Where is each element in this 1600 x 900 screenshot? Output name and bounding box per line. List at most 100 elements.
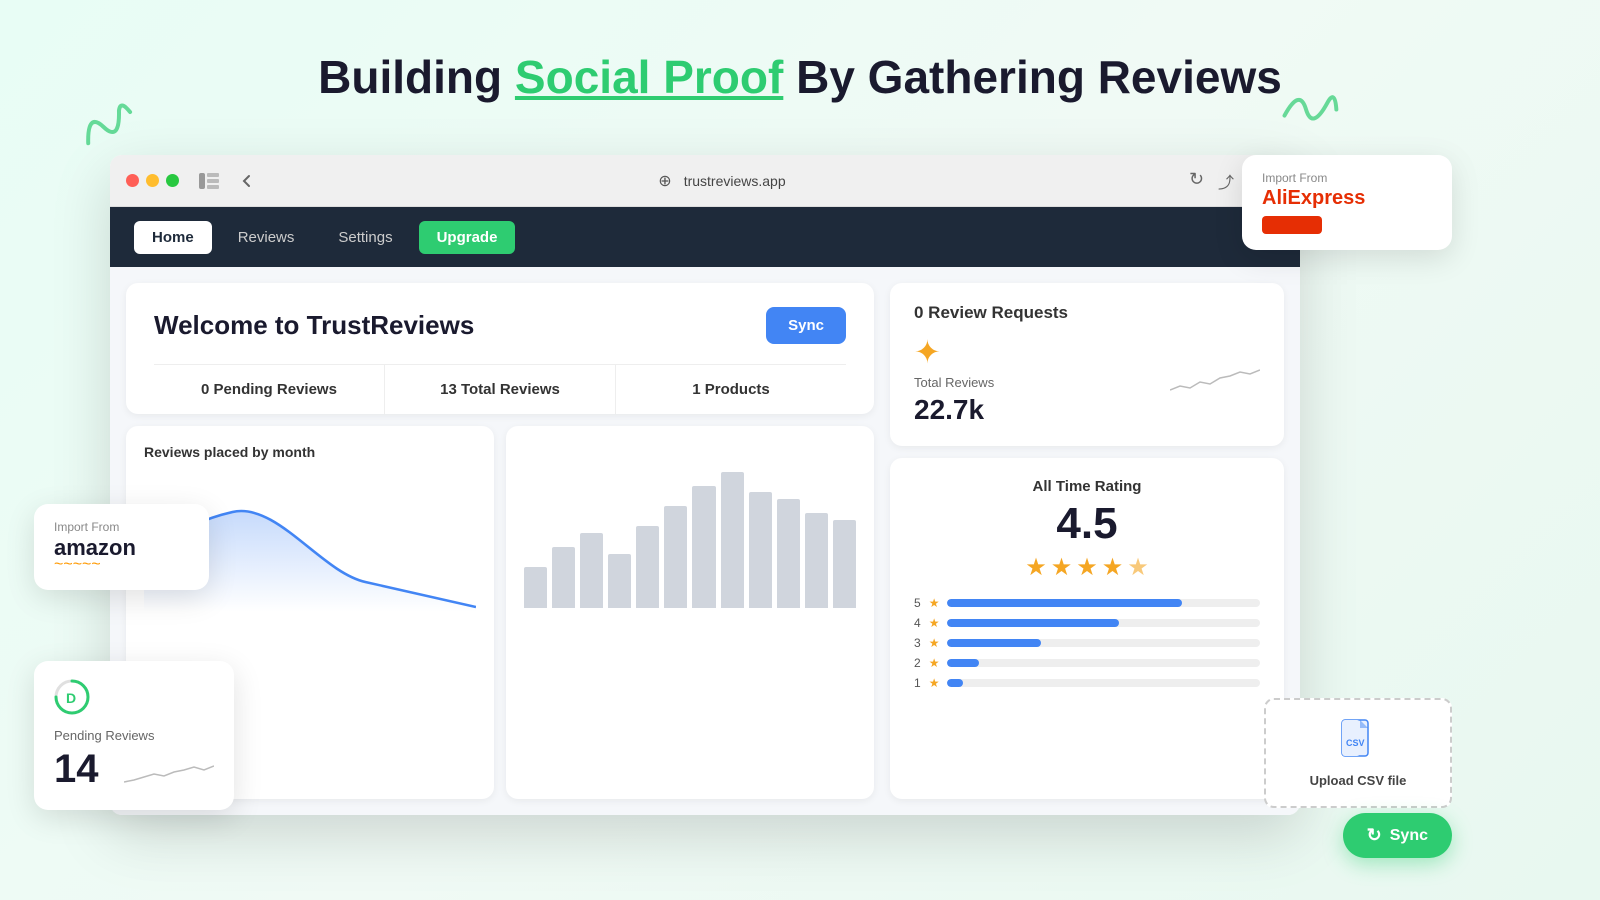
bar-2 xyxy=(552,547,575,608)
star-icon-1: ★ xyxy=(929,676,940,690)
review-requests-heading: 0 Review Requests xyxy=(914,303,1260,323)
pending-icon: D xyxy=(54,679,214,722)
bar-11 xyxy=(805,513,828,608)
nav-bar: Home Reviews Settings Upgrade xyxy=(110,207,1300,267)
main-content: Welcome to TrustReviews Sync 0 Pending R… xyxy=(110,267,1300,815)
star-icon-2: ★ xyxy=(929,656,940,670)
nav-home[interactable]: Home xyxy=(134,221,212,254)
browser-sidebar-icon[interactable] xyxy=(199,173,219,189)
star-icon-4: ★ xyxy=(929,616,940,630)
aliexpress-logo: AliExpress xyxy=(1262,187,1432,210)
nav-settings[interactable]: Settings xyxy=(320,221,410,254)
nav-reviews[interactable]: Reviews xyxy=(220,221,313,254)
stat-pending: 0 Pending Reviews xyxy=(154,365,385,414)
right-panel: 0 Review Requests ✦ Total Reviews 22.7k … xyxy=(890,283,1284,799)
rating-bar-1: 1 ★ xyxy=(914,676,1260,690)
bar-level-3: 3 xyxy=(914,636,921,650)
rating-bar-4: 4 ★ xyxy=(914,616,1260,630)
total-reviews-label: Total Reviews xyxy=(914,375,994,390)
pending-reviews-card: D Pending Reviews 14 xyxy=(34,661,234,810)
bar-track-1 xyxy=(947,679,1260,687)
star-2: ★ xyxy=(1051,553,1073,582)
csv-upload-card[interactable]: CSV Upload CSV file xyxy=(1264,698,1452,808)
sync-button[interactable]: Sync xyxy=(766,307,846,344)
browser-url-bar[interactable]: ⊕ trustreviews.app xyxy=(267,171,1177,191)
rating-label: All Time Rating xyxy=(914,478,1260,495)
svg-text:CSV: CSV xyxy=(1346,738,1365,748)
bar-1 xyxy=(524,567,547,608)
bar-fill-4 xyxy=(947,619,1119,627)
rating-value: 4.5 xyxy=(914,499,1260,549)
nav-upgrade[interactable]: Upgrade xyxy=(419,221,516,254)
sync-float-button[interactable]: ↻ Sync xyxy=(1343,813,1452,858)
csv-icon: CSV xyxy=(1284,718,1432,765)
bar-6 xyxy=(664,506,687,608)
bar-4 xyxy=(608,554,631,608)
rating-card: All Time Rating 4.5 ★ ★ ★ ★ ★ 5 ★ xyxy=(890,458,1284,799)
rating-bars: 5 ★ 4 ★ 3 ★ xyxy=(914,596,1260,690)
aliexpress-import-label: Import From xyxy=(1262,171,1432,185)
browser-window: ⊕ trustreviews.app ↻ ⤴ + ⧉ Home Reviews … xyxy=(110,155,1300,815)
hero-title: Building Social Proof By Gathering Revie… xyxy=(0,50,1600,104)
welcome-card: Welcome to TrustReviews Sync 0 Pending R… xyxy=(126,283,874,414)
line-chart-title: Reviews placed by month xyxy=(144,444,476,460)
csv-upload-label: Upload CSV file xyxy=(1284,773,1432,788)
browser-back-icon[interactable] xyxy=(239,173,255,189)
bar-track-5 xyxy=(947,599,1260,607)
bar-track-4 xyxy=(947,619,1260,627)
bar-10 xyxy=(777,499,800,608)
traffic-lights xyxy=(126,174,179,187)
browser-chrome: ⊕ trustreviews.app ↻ ⤴ + ⧉ xyxy=(110,155,1300,207)
bar-level-1: 1 xyxy=(914,676,921,690)
aliexpress-import-card[interactable]: Import From AliExpress xyxy=(1242,155,1452,250)
stars-display: ★ ★ ★ ★ ★ xyxy=(914,553,1260,582)
bar-level-2: 2 xyxy=(914,656,921,670)
sync-float-icon: ↻ xyxy=(1367,825,1382,846)
bar-fill-1 xyxy=(947,679,963,687)
tl-yellow[interactable] xyxy=(146,174,159,187)
star-burst-icon: ✦ xyxy=(914,333,994,371)
bar-track-3 xyxy=(947,639,1260,647)
tl-green[interactable] xyxy=(166,174,179,187)
bar-7 xyxy=(692,486,715,608)
charts-row: Reviews placed by month xyxy=(126,426,874,799)
bar-chart-card xyxy=(506,426,874,799)
stat-products: 1 Products xyxy=(616,365,846,414)
total-reviews-section: ✦ Total Reviews 22.7k xyxy=(914,333,994,426)
stats-row: 0 Pending Reviews 13 Total Reviews 1 Pro… xyxy=(154,364,846,414)
pending-sparkline xyxy=(124,752,214,792)
left-panel: Welcome to TrustReviews Sync 0 Pending R… xyxy=(126,283,874,799)
star-icon-5: ★ xyxy=(929,596,940,610)
amazon-import-card[interactable]: Import From amazon ~~~~~ xyxy=(34,504,209,590)
bar-level-4: 4 xyxy=(914,616,921,630)
refresh-icon[interactable]: ↻ xyxy=(1189,169,1204,193)
star-5-half: ★ xyxy=(1127,553,1149,582)
bar-fill-5 xyxy=(947,599,1181,607)
star-1: ★ xyxy=(1025,553,1047,582)
sync-float-label: Sync xyxy=(1390,827,1428,845)
bar-3 xyxy=(580,533,603,608)
bar-track-2 xyxy=(947,659,1260,667)
rating-bar-3: 3 ★ xyxy=(914,636,1260,650)
share-icon[interactable]: ⤴ xyxy=(1218,169,1234,193)
review-requests-card: 0 Review Requests ✦ Total Reviews 22.7k xyxy=(890,283,1284,446)
star-3: ★ xyxy=(1076,553,1098,582)
bar-fill-3 xyxy=(947,639,1041,647)
bar-9 xyxy=(749,492,772,608)
pending-reviews-value: 14 xyxy=(54,747,99,792)
rating-bar-2: 2 ★ xyxy=(914,656,1260,670)
bar-8 xyxy=(721,472,744,608)
total-reviews-value: 22.7k xyxy=(914,394,994,426)
reviews-sparkline xyxy=(1170,362,1260,398)
star-4: ★ xyxy=(1102,553,1124,582)
rating-bar-5: 5 ★ xyxy=(914,596,1260,610)
bar-level-5: 5 xyxy=(914,596,921,610)
amazon-import-label: Import From xyxy=(54,520,189,534)
stat-total-reviews: 13 Total Reviews xyxy=(385,365,616,414)
star-icon-3: ★ xyxy=(929,636,940,650)
tl-red[interactable] xyxy=(126,174,139,187)
aliexpress-btn xyxy=(1262,216,1322,234)
bar-5 xyxy=(636,526,659,608)
bar-12 xyxy=(833,520,856,608)
welcome-title: Welcome to TrustReviews xyxy=(154,310,474,341)
